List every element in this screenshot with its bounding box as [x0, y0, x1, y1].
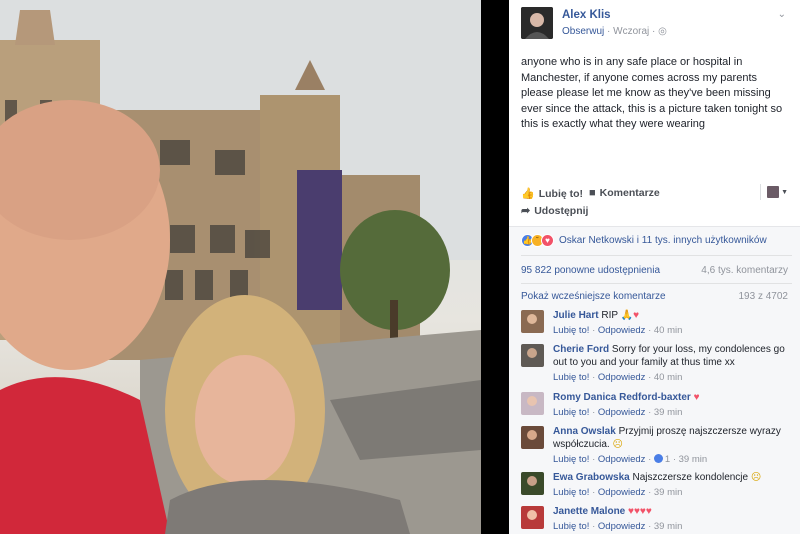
follow-link[interactable]: Obserwuj — [562, 26, 604, 37]
reactions-text: Oskar Netkowski i 11 tys. innych użytkow… — [559, 235, 767, 246]
pray-icon: 🙏 — [620, 310, 634, 321]
comment-like-link[interactable]: Lubię to! — [553, 372, 589, 383]
post-meta: Obserwuj · Wczoraj · ◎ — [562, 26, 667, 37]
comment-body: Janette Malone ♥♥♥♥ Lubię to! · Odpowied… — [553, 505, 792, 533]
post-time[interactable]: Wczoraj — [613, 26, 649, 37]
comment-item: Cherie Ford Sorry for your loss, my cond… — [521, 343, 792, 387]
commenter-name[interactable]: Julie Hart — [553, 310, 599, 321]
comment-footer: Lubię to! · Odpowiedz · 40 min — [553, 372, 683, 383]
selector-avatar — [767, 186, 780, 198]
comment-time[interactable]: 39 min — [654, 487, 683, 498]
heart-icon: ♥ — [633, 310, 640, 321]
comment-footer: Lubię to! · Odpowiedz · 1 · 39 min — [553, 454, 708, 465]
reactions-summary[interactable]: 👍 ˘ ♥ Oskar Netkowski i 11 tys. innych u… — [521, 234, 767, 247]
globe-icon: ◎ — [658, 26, 667, 37]
share-icon: ➦ — [521, 205, 531, 217]
comment-like-link[interactable]: Lubię to! — [553, 325, 589, 336]
comment-footer: Lubię to! · Odpowiedz · 39 min — [553, 521, 683, 532]
divider — [521, 283, 792, 284]
sad-face-icon: ☹ — [750, 472, 762, 483]
shares-count[interactable]: 95 822 ponowne udostępnienia — [521, 265, 660, 276]
divider — [521, 255, 792, 256]
commenter-name[interactable]: Romy Danica Redford-baxter — [553, 392, 691, 403]
commenter-avatar[interactable] — [521, 392, 544, 415]
feedback-section: 👍 ˘ ♥ Oskar Netkowski i 11 tys. innych u… — [509, 226, 800, 534]
post-actions: 👍 Lubię to! ■ Komentarze ➦ Udostępnij ▼ — [521, 184, 792, 228]
share-button[interactable]: ➦ Udostępnij — [521, 204, 589, 218]
comment-reply-link[interactable]: Odpowiedz — [598, 407, 646, 418]
comment-time[interactable]: 39 min — [654, 407, 683, 418]
photo-divider — [481, 0, 509, 534]
comment-item: Janette Malone ♥♥♥♥ Lubię to! · Odpowied… — [521, 505, 792, 534]
post-header: Alex Klis Obserwuj · Wczoraj · ◎ ⌄ — [521, 7, 792, 43]
comment-reply-link[interactable]: Odpowiedz — [598, 521, 646, 532]
comment-time[interactable]: 39 min — [679, 454, 708, 465]
comment-reply-link[interactable]: Odpowiedz — [598, 454, 646, 465]
comment-like-link[interactable]: Lubię to! — [553, 454, 589, 465]
commenter-avatar[interactable] — [521, 506, 544, 529]
comment-text: RIP — [601, 310, 618, 321]
author-name[interactable]: Alex Klis — [562, 9, 611, 21]
comment-footer: Lubię to! · Odpowiedz · 40 min — [553, 325, 683, 336]
comment-item: Ewa Grabowska Najszczersze kondolencje ☹… — [521, 471, 792, 505]
photo-scene — [0, 0, 481, 534]
commenter-name[interactable]: Ewa Grabowska — [553, 472, 630, 483]
comment-item: Julie Hart RIP 🙏♥ Lubię to! · Odpowiedz … — [521, 309, 792, 343]
commenter-avatar[interactable] — [521, 426, 544, 449]
caret-down-icon: ▼ — [781, 188, 788, 196]
commenter-name[interactable]: Anna Owslak — [553, 426, 616, 437]
heart-icon: ♥ — [693, 392, 700, 403]
comment-item: Romy Danica Redford-baxter ♥ Lubię to! ·… — [521, 391, 792, 425]
comment-reply-link[interactable]: Odpowiedz — [598, 325, 646, 336]
love-reaction-icon: ♥ — [541, 234, 554, 247]
commenter-avatar[interactable] — [521, 344, 544, 367]
comment-item: Anna Owslak Przyjmij proszę najszczersze… — [521, 425, 792, 469]
post-photo[interactable] — [0, 0, 481, 534]
comment-like-count[interactable]: 1 — [665, 454, 670, 465]
comment-like-link[interactable]: Lubię to! — [553, 487, 589, 498]
comment-body: Julie Hart RIP 🙏♥ Lubię to! · Odpowiedz … — [553, 309, 792, 337]
heart-icon: ♥♥♥♥ — [628, 506, 652, 517]
comment-icon: ■ — [589, 187, 596, 199]
show-previous-comments[interactable]: Pokaż wcześniejsze komentarze — [521, 291, 666, 302]
like-button[interactable]: 👍 Lubię to! — [521, 187, 584, 201]
commenter-avatar[interactable] — [521, 472, 544, 495]
comment-body: Ewa Grabowska Najszczersze kondolencje ☹… — [553, 471, 792, 499]
author-avatar[interactable] — [521, 7, 553, 39]
thumbs-up-icon: 👍 — [521, 188, 535, 200]
comment-body: Cherie Ford Sorry for your loss, my cond… — [553, 343, 792, 384]
share-label: Udostępnij — [534, 204, 589, 217]
comments-count[interactable]: 4,6 tys. komentarzy — [701, 265, 788, 276]
commenter-avatar[interactable] — [521, 310, 544, 333]
comment-footer: Lubię to! · Odpowiedz · 39 min — [553, 407, 683, 418]
chevron-down-icon[interactable]: ⌄ — [778, 9, 786, 20]
comment-reply-link[interactable]: Odpowiedz — [598, 372, 646, 383]
comment-text: Najszczersze kondolencje — [632, 472, 749, 483]
comment-body: Romy Danica Redford-baxter ♥ Lubię to! ·… — [553, 391, 792, 419]
comment-time[interactable]: 40 min — [654, 325, 683, 336]
comment-button[interactable]: ■ Komentarze — [589, 187, 660, 199]
comment-time[interactable]: 40 min — [654, 372, 683, 383]
comment-label: Komentarze — [599, 187, 660, 199]
commenter-name[interactable]: Cherie Ford — [553, 344, 609, 355]
comment-like-link[interactable]: Lubię to! — [553, 407, 589, 418]
like-label: Lubię to! — [538, 187, 584, 200]
comment-time[interactable]: 39 min — [654, 521, 683, 532]
post-text: anyone who is in any safe place or hospi… — [521, 56, 783, 131]
like-count-icon — [653, 454, 663, 463]
comment-body: Anna Owslak Przyjmij proszę najszczersze… — [553, 425, 792, 466]
comment-like-link[interactable]: Lubię to! — [553, 521, 589, 532]
comments-page-count: 193 z 4702 — [738, 291, 789, 302]
comment-reply-link[interactable]: Odpowiedz — [598, 487, 646, 498]
sad-face-icon: ☹ — [612, 439, 623, 450]
identity-selector[interactable]: ▼ — [760, 184, 788, 200]
comment-footer: Lubię to! · Odpowiedz · 39 min — [553, 487, 683, 498]
commenter-name[interactable]: Janette Malone — [553, 506, 625, 517]
post-panel: Alex Klis Obserwuj · Wczoraj · ◎ ⌄ anyon… — [509, 0, 800, 534]
